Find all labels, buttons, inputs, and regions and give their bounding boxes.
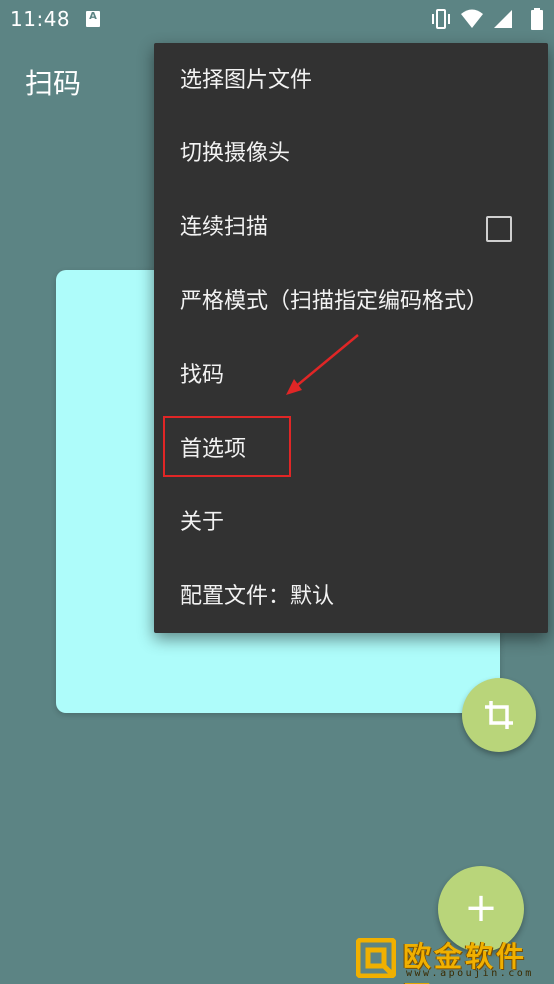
- menu-item-label: 关于: [180, 510, 225, 535]
- menu-item-strict-mode[interactable]: 严格模式（扫描指定编码格式）: [154, 265, 548, 338]
- menu-item-profile[interactable]: 配置文件：默认: [154, 560, 548, 633]
- menu-item-about[interactable]: 关于: [154, 486, 548, 559]
- menu-item-switch-camera[interactable]: 切换摄像头: [154, 117, 548, 190]
- watermark-url: www.apoujin.com: [406, 968, 534, 979]
- crop-icon: [485, 701, 513, 729]
- watermark: 欧金软件园 www.apoujin.com: [356, 935, 550, 984]
- wifi-icon: [461, 9, 483, 28]
- continuous-scan-checkbox[interactable]: [486, 216, 512, 242]
- battery-icon: [531, 8, 543, 30]
- menu-item-label: 选择图片文件: [180, 68, 313, 93]
- app-title: 扫码: [25, 67, 82, 100]
- status-time: 11:48: [10, 7, 71, 31]
- watermark-logo-icon: [356, 938, 396, 978]
- menu-item-label: 找码: [180, 363, 225, 388]
- status-bar: 11:48 A: [0, 0, 554, 38]
- vibrate-icon: [432, 9, 450, 29]
- annotation-arrow-icon: [286, 334, 359, 395]
- crop-button[interactable]: [462, 678, 536, 752]
- annotation-highlight-box: [163, 416, 291, 477]
- menu-item-label: 配置文件：默认: [180, 584, 335, 609]
- notification-icon: A: [86, 11, 100, 27]
- menu-item-label: 切换摄像头: [180, 141, 291, 166]
- menu-item-select-image[interactable]: 选择图片文件: [154, 44, 548, 117]
- menu-item-label: 连续扫描: [180, 215, 269, 240]
- menu-item-label: 严格模式（扫描指定编码格式）: [180, 289, 489, 314]
- signal-icon: [494, 10, 512, 28]
